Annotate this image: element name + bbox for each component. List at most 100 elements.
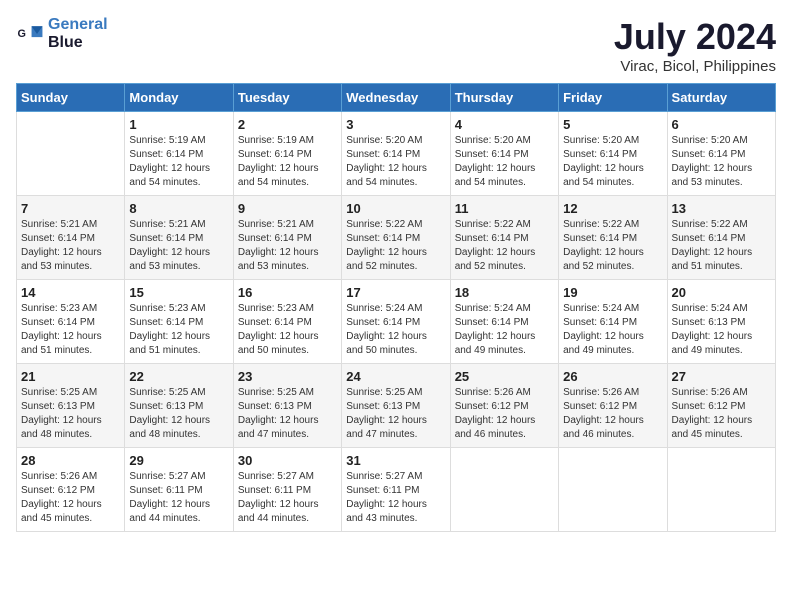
day-info: Sunrise: 5:24 AM Sunset: 6:14 PM Dayligh… xyxy=(455,302,554,358)
weekday-header-row: SundayMondayTuesdayWednesdayThursdayFrid… xyxy=(17,84,776,112)
day-number: 4 xyxy=(455,117,554,132)
calendar-cell: 7 Sunrise: 5:21 AM Sunset: 6:14 PM Daylig… xyxy=(17,196,125,280)
calendar-cell: 20 Sunrise: 5:24 AM Sunset: 6:13 PM Dayli… xyxy=(667,280,775,364)
calendar-cell xyxy=(667,448,775,532)
calendar-table: SundayMondayTuesdayWednesdayThursdayFrid… xyxy=(16,83,776,532)
day-number: 15 xyxy=(129,285,228,300)
day-info: Sunrise: 5:25 AM Sunset: 6:13 PM Dayligh… xyxy=(129,386,228,442)
page-header: G General Blue July 2024 Virac, Bicol, P… xyxy=(16,16,776,75)
day-info: Sunrise: 5:26 AM Sunset: 6:12 PM Dayligh… xyxy=(455,386,554,442)
day-info: Sunrise: 5:19 AM Sunset: 6:14 PM Dayligh… xyxy=(238,134,337,190)
day-number: 7 xyxy=(21,201,120,216)
day-info: Sunrise: 5:27 AM Sunset: 6:11 PM Dayligh… xyxy=(238,470,337,526)
day-number: 26 xyxy=(563,369,662,384)
calendar-cell: 22 Sunrise: 5:25 AM Sunset: 6:13 PM Dayli… xyxy=(125,364,233,448)
day-number: 17 xyxy=(346,285,445,300)
day-info: Sunrise: 5:23 AM Sunset: 6:14 PM Dayligh… xyxy=(21,302,120,358)
logo-text-blue: Blue xyxy=(48,34,83,51)
location-subtitle: Virac, Bicol, Philippines xyxy=(614,58,776,75)
day-info: Sunrise: 5:22 AM Sunset: 6:14 PM Dayligh… xyxy=(672,218,771,274)
day-info: Sunrise: 5:22 AM Sunset: 6:14 PM Dayligh… xyxy=(563,218,662,274)
day-number: 10 xyxy=(346,201,445,216)
calendar-cell: 13 Sunrise: 5:22 AM Sunset: 6:14 PM Dayli… xyxy=(667,196,775,280)
calendar-cell: 15Sunrise: 5:23 AM Sunset: 6:14 PM Dayli… xyxy=(125,280,233,364)
weekday-header-sunday: Sunday xyxy=(17,84,125,112)
calendar-cell: 28Sunrise: 5:26 AM Sunset: 6:12 PM Dayli… xyxy=(17,448,125,532)
calendar-cell: 17 Sunrise: 5:24 AM Sunset: 6:14 PM Dayli… xyxy=(342,280,450,364)
day-number: 2 xyxy=(238,117,337,132)
day-number: 13 xyxy=(672,201,771,216)
month-year-title: July 2024 xyxy=(614,16,776,58)
svg-text:G: G xyxy=(18,28,26,40)
day-number: 6 xyxy=(672,117,771,132)
day-info: Sunrise: 5:20 AM Sunset: 6:14 PM Dayligh… xyxy=(346,134,445,190)
weekday-header-saturday: Saturday xyxy=(667,84,775,112)
day-info: Sunrise: 5:21 AM Sunset: 6:14 PM Dayligh… xyxy=(129,218,228,274)
day-number: 31 xyxy=(346,453,445,468)
calendar-cell: 12 Sunrise: 5:22 AM Sunset: 6:14 PM Dayli… xyxy=(559,196,667,280)
day-info: Sunrise: 5:26 AM Sunset: 6:12 PM Dayligh… xyxy=(563,386,662,442)
day-number: 21 xyxy=(21,369,120,384)
weekday-header-tuesday: Tuesday xyxy=(233,84,341,112)
day-number: 9 xyxy=(238,201,337,216)
calendar-cell: 2 Sunrise: 5:19 AM Sunset: 6:14 PM Daylig… xyxy=(233,112,341,196)
weekday-header-friday: Friday xyxy=(559,84,667,112)
day-info: Sunrise: 5:22 AM Sunset: 6:14 PM Dayligh… xyxy=(346,218,445,274)
logo-text-general: General xyxy=(48,16,108,33)
day-info: Sunrise: 5:27 AM Sunset: 6:11 PM Dayligh… xyxy=(346,470,445,526)
weekday-header-monday: Monday xyxy=(125,84,233,112)
calendar-cell: 8Sunrise: 5:21 AM Sunset: 6:14 PM Daylig… xyxy=(125,196,233,280)
day-info: Sunrise: 5:21 AM Sunset: 6:14 PM Dayligh… xyxy=(21,218,120,274)
day-info: Sunrise: 5:22 AM Sunset: 6:14 PM Dayligh… xyxy=(455,218,554,274)
day-number: 1 xyxy=(129,117,228,132)
logo-icon: G xyxy=(16,20,44,48)
calendar-cell: 14 Sunrise: 5:23 AM Sunset: 6:14 PM Dayli… xyxy=(17,280,125,364)
calendar-cell: 1 Sunrise: 5:19 AM Sunset: 6:14 PM Daylig… xyxy=(125,112,233,196)
day-number: 12 xyxy=(563,201,662,216)
calendar-cell xyxy=(17,112,125,196)
calendar-cell: 10 Sunrise: 5:22 AM Sunset: 6:14 PM Dayli… xyxy=(342,196,450,280)
day-info: Sunrise: 5:21 AM Sunset: 6:14 PM Dayligh… xyxy=(238,218,337,274)
day-number: 23 xyxy=(238,369,337,384)
calendar-cell: 18 Sunrise: 5:24 AM Sunset: 6:14 PM Dayli… xyxy=(450,280,558,364)
day-info: Sunrise: 5:25 AM Sunset: 6:13 PM Dayligh… xyxy=(21,386,120,442)
day-number: 11 xyxy=(455,201,554,216)
day-info: Sunrise: 5:20 AM Sunset: 6:14 PM Dayligh… xyxy=(563,134,662,190)
day-number: 24 xyxy=(346,369,445,384)
day-number: 16 xyxy=(238,285,337,300)
day-number: 19 xyxy=(563,285,662,300)
calendar-cell: 27Sunrise: 5:26 AM Sunset: 6:12 PM Dayli… xyxy=(667,364,775,448)
day-number: 20 xyxy=(672,285,771,300)
week-row-3: 14 Sunrise: 5:23 AM Sunset: 6:14 PM Dayli… xyxy=(17,280,776,364)
calendar-cell: 16 Sunrise: 5:23 AM Sunset: 6:14 PM Dayli… xyxy=(233,280,341,364)
week-row-5: 28Sunrise: 5:26 AM Sunset: 6:12 PM Dayli… xyxy=(17,448,776,532)
week-row-4: 21 Sunrise: 5:25 AM Sunset: 6:13 PM Dayli… xyxy=(17,364,776,448)
logo: G General Blue xyxy=(16,16,108,51)
calendar-cell: 3Sunrise: 5:20 AM Sunset: 6:14 PM Daylig… xyxy=(342,112,450,196)
day-info: Sunrise: 5:20 AM Sunset: 6:14 PM Dayligh… xyxy=(455,134,554,190)
day-info: Sunrise: 5:27 AM Sunset: 6:11 PM Dayligh… xyxy=(129,470,228,526)
day-info: Sunrise: 5:23 AM Sunset: 6:14 PM Dayligh… xyxy=(238,302,337,358)
day-number: 25 xyxy=(455,369,554,384)
calendar-cell: 24 Sunrise: 5:25 AM Sunset: 6:13 PM Dayli… xyxy=(342,364,450,448)
day-info: Sunrise: 5:20 AM Sunset: 6:14 PM Dayligh… xyxy=(672,134,771,190)
calendar-cell: 5 Sunrise: 5:20 AM Sunset: 6:14 PM Daylig… xyxy=(559,112,667,196)
day-number: 27 xyxy=(672,369,771,384)
calendar-cell: 23Sunrise: 5:25 AM Sunset: 6:13 PM Dayli… xyxy=(233,364,341,448)
calendar-cell: 31 Sunrise: 5:27 AM Sunset: 6:11 PM Dayli… xyxy=(342,448,450,532)
day-info: Sunrise: 5:24 AM Sunset: 6:14 PM Dayligh… xyxy=(346,302,445,358)
day-number: 14 xyxy=(21,285,120,300)
weekday-header-thursday: Thursday xyxy=(450,84,558,112)
day-info: Sunrise: 5:24 AM Sunset: 6:13 PM Dayligh… xyxy=(672,302,771,358)
calendar-cell xyxy=(559,448,667,532)
calendar-cell: 26 Sunrise: 5:26 AM Sunset: 6:12 PM Dayli… xyxy=(559,364,667,448)
calendar-cell: 9 Sunrise: 5:21 AM Sunset: 6:14 PM Daylig… xyxy=(233,196,341,280)
day-number: 22 xyxy=(129,369,228,384)
day-info: Sunrise: 5:24 AM Sunset: 6:14 PM Dayligh… xyxy=(563,302,662,358)
day-info: Sunrise: 5:25 AM Sunset: 6:13 PM Dayligh… xyxy=(346,386,445,442)
day-number: 5 xyxy=(563,117,662,132)
day-info: Sunrise: 5:26 AM Sunset: 6:12 PM Dayligh… xyxy=(21,470,120,526)
day-info: Sunrise: 5:19 AM Sunset: 6:14 PM Dayligh… xyxy=(129,134,228,190)
day-number: 30 xyxy=(238,453,337,468)
day-number: 18 xyxy=(455,285,554,300)
